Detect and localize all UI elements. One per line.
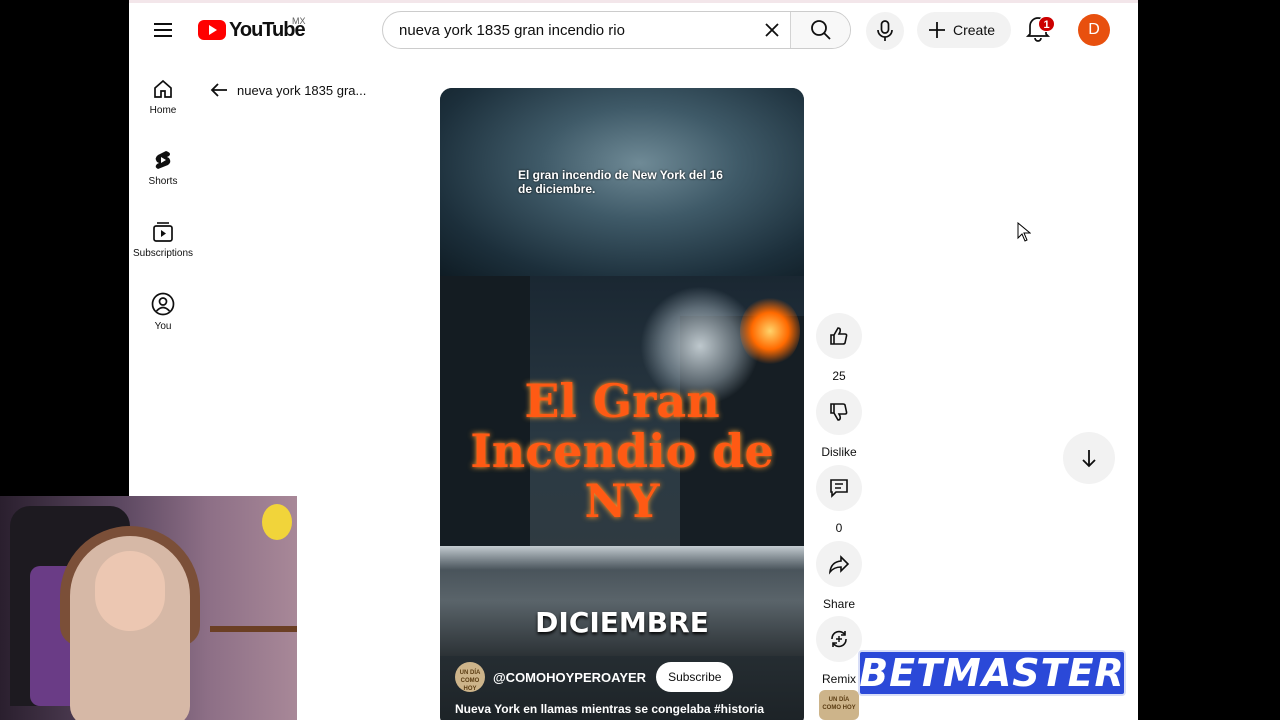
video-top-panel: El gran incendio de New York del 16 de d…: [440, 88, 804, 276]
remix-button[interactable]: [816, 616, 862, 662]
screen: YouTube MX nueva york 1835 gran incendio…: [0, 0, 1280, 720]
account-avatar[interactable]: D: [1078, 14, 1110, 46]
remix-action: Remix: [815, 616, 863, 686]
share-action: Share: [815, 541, 863, 611]
arrow-down-icon: [1082, 450, 1096, 468]
share-icon: [828, 555, 850, 575]
video-description[interactable]: Nueva York en llamas mientras se congela…: [455, 702, 764, 716]
betmaster-logo: BETMASTER: [858, 650, 1126, 696]
video-title-art: El Gran Incendio de NY: [470, 374, 774, 528]
thumbs-up-icon: [830, 327, 848, 345]
dislike-button[interactable]: [816, 389, 862, 435]
streamer-face: [95, 551, 165, 631]
shorts-icon: [155, 151, 171, 169]
hamburger-menu-icon[interactable]: [149, 16, 177, 44]
plus-icon: [929, 22, 945, 38]
video-caption: El gran incendio de New York del 16 de d…: [518, 168, 723, 196]
sidebar-item-label: Subscriptions: [132, 248, 194, 259]
sidebar-item-shorts[interactable]: Shorts: [129, 149, 197, 187]
sidebar-item-home[interactable]: Home: [129, 78, 197, 116]
back-to-results[interactable]: nueva york 1835 gra...: [209, 80, 366, 100]
subscriptions-icon: [153, 222, 173, 242]
like-button[interactable]: [816, 313, 862, 359]
mouse-cursor-icon: [1017, 222, 1031, 242]
sidebar-item-label: You: [154, 321, 172, 332]
remix-icon: [831, 630, 847, 648]
sound-thumbnail[interactable]: UN DÍA COMO HOY: [819, 690, 859, 720]
webcam-overlay: [0, 496, 297, 720]
dislike-action: Dislike: [815, 389, 863, 459]
comments-button[interactable]: [816, 465, 862, 511]
clear-search-icon[interactable]: [754, 12, 790, 48]
snow-layer: [440, 546, 804, 570]
share-label: Share: [822, 597, 856, 611]
sidebar-item-subscriptions[interactable]: Subscriptions: [129, 221, 197, 259]
sidebar-item-label: Shorts: [148, 176, 178, 187]
betmaster-text: BETMASTER: [859, 651, 1125, 695]
search-icon: [810, 20, 831, 40]
comment-count: 0: [835, 521, 843, 535]
search-box[interactable]: nueva york 1835 gran incendio rio: [382, 11, 851, 49]
comments-action: 0: [815, 465, 863, 535]
subscribe-button[interactable]: Subscribe: [656, 662, 734, 692]
country-code: MX: [292, 16, 306, 26]
channel-name[interactable]: @COMOHOYPEROAYER: [493, 670, 646, 685]
share-button[interactable]: [816, 541, 862, 587]
back-arrow-icon: [210, 83, 227, 97]
create-button[interactable]: Create: [917, 12, 1011, 48]
search-input[interactable]: nueva york 1835 gran incendio rio: [383, 22, 754, 39]
channel-avatar[interactable]: UN DÍA COMO HOY: [455, 662, 485, 692]
thumbs-down-icon: [830, 403, 848, 421]
comment-icon: [830, 479, 848, 498]
voice-search-button[interactable]: [866, 12, 904, 50]
sidebar-item-label: Home: [149, 105, 177, 116]
fire-glow: [740, 296, 800, 366]
dislike-label: Dislike: [821, 445, 857, 459]
like-action: 25: [815, 313, 863, 383]
next-short-button[interactable]: [1063, 432, 1115, 484]
notification-badge: 1: [1038, 16, 1055, 32]
shelf: [210, 626, 297, 632]
video-scene-image: El Gran Incendio de NY DICIEMBRE: [440, 276, 804, 720]
search-button[interactable]: [790, 12, 850, 48]
top-progress-line: [129, 0, 1138, 3]
youtube-play-icon: [198, 20, 226, 40]
breadcrumb-query: nueva york 1835 gra...: [237, 82, 367, 98]
you-icon: [151, 292, 175, 316]
plush-toy: [262, 504, 292, 540]
video-month-text: DICIEMBRE: [535, 606, 709, 639]
home-icon: [154, 79, 172, 98]
remix-label: Remix: [821, 672, 856, 686]
short-video-player[interactable]: El gran incendio de New York del 16 de d…: [440, 88, 804, 720]
microphone-icon: [877, 20, 893, 41]
youtube-logo[interactable]: YouTube: [198, 18, 306, 42]
like-count: 25: [832, 369, 846, 383]
sidebar-item-you[interactable]: You: [129, 292, 197, 332]
create-label: Create: [953, 22, 996, 38]
channel-row: UN DÍA COMO HOY @COMOHOYPEROAYER Subscri…: [455, 662, 734, 692]
